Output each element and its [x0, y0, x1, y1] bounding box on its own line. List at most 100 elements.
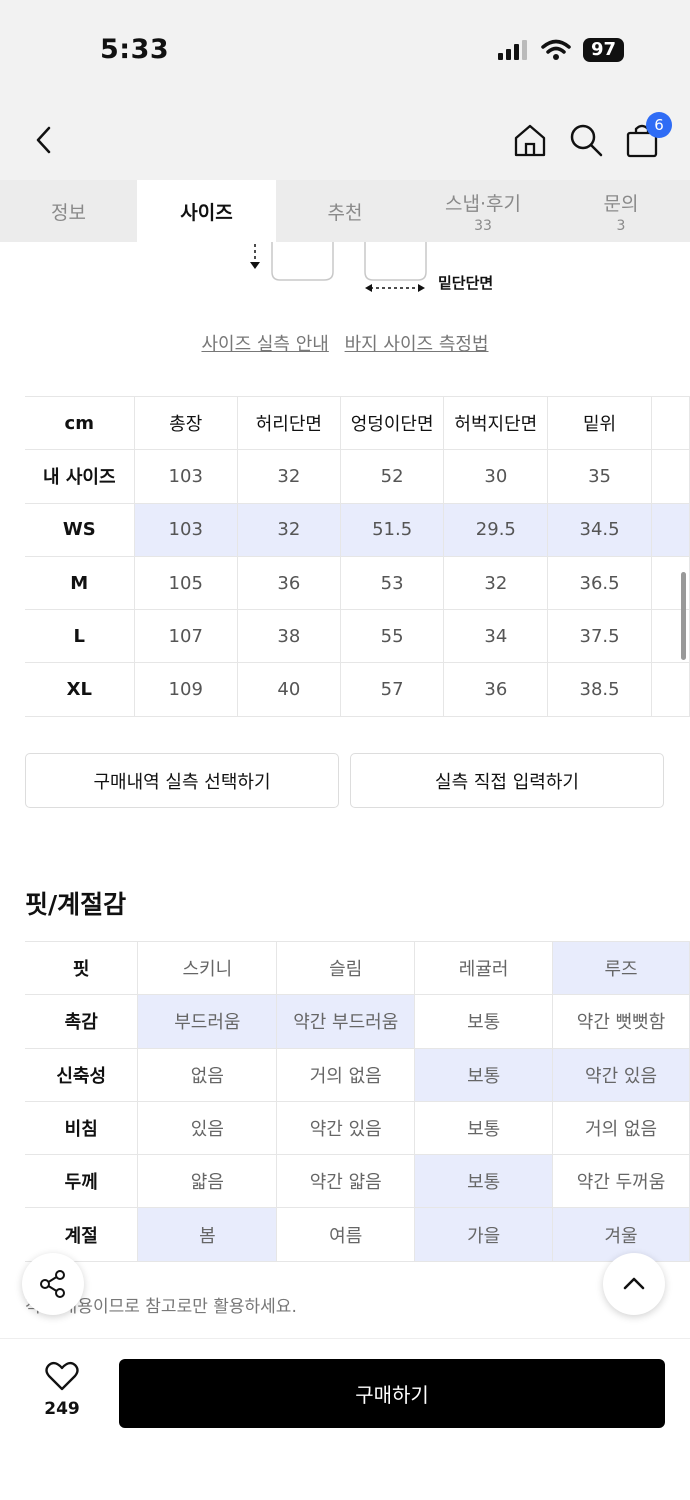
share-button[interactable]	[22, 1253, 84, 1315]
measurement-diagram: 밑단단면	[0, 242, 690, 302]
bottom-purchase-bar: 249 구매하기	[0, 1338, 690, 1500]
fit-option: 거의 없음	[276, 1047, 416, 1102]
fit-option: 약간 있음	[276, 1100, 416, 1156]
manual-measurement-input-button[interactable]: 실측 직접 입력하기	[350, 753, 664, 808]
scroll-to-top-button[interactable]	[603, 1253, 665, 1315]
chevron-up-icon	[623, 1277, 645, 1290]
status-bar: 5:33 97	[0, 0, 690, 100]
size-value-overflow	[650, 449, 690, 504]
select-purchase-measurement-button[interactable]: 구매내역 실측 선택하기	[25, 753, 339, 808]
header-cell: 허벅지단면	[443, 395, 549, 451]
tab-inquiry[interactable]: 문의 3	[552, 180, 690, 242]
fit-season-table: 핏 스키니 슬림 레귤러 루즈 촉감 부드러움 약간 부드러움 보통 약간 뻣뻣함 신축성 없음 거의 …	[25, 940, 690, 1262]
home-button[interactable]	[508, 118, 552, 162]
header-cell: cm	[25, 395, 135, 451]
fit-option: 스키니	[137, 940, 278, 996]
status-icons: 97	[497, 38, 624, 62]
fit-row-label: 두께	[25, 1154, 139, 1209]
fit-section-title: 핏/계절감	[25, 890, 127, 919]
size-value: 37.5	[547, 609, 652, 664]
fit-row: 신축성 없음 거의 없음 보통 약간 있음	[25, 1047, 690, 1102]
table-scrollbar[interactable]	[681, 572, 686, 660]
size-value: 36	[236, 555, 341, 611]
cart-count-badge: 6	[646, 112, 672, 138]
fit-option: 있음	[137, 1100, 278, 1156]
fit-option: 약간 부드러움	[276, 994, 416, 1049]
search-button[interactable]	[564, 118, 608, 162]
size-measure-guide-link[interactable]: 사이즈 실측 안내	[201, 334, 328, 355]
size-value: 35	[547, 449, 652, 504]
fit-row: 계절 봄 여름 가을 겨울	[25, 1207, 690, 1262]
tab-size[interactable]: 사이즈	[137, 180, 276, 242]
tab-bar: 정보 사이즈 추천 스냅·후기 33 문의 3	[0, 180, 690, 242]
size-table: cm 총장 허리단면 엉덩이단면 허벅지단면 밑위 내 사이즈 103 32 5…	[25, 395, 690, 717]
tab-snap-review[interactable]: 스냅·후기 33	[414, 180, 552, 242]
fit-option: 레귤러	[414, 940, 554, 996]
size-value: 38	[236, 609, 341, 664]
fit-option: 봄	[137, 1207, 278, 1262]
size-row-ws[interactable]: WS 103 32 51.5 29.5 34.5	[25, 502, 690, 557]
size-guide-links: 사이즈 실측 안내 바지 사이즈 측정법	[0, 330, 690, 356]
back-arrow-icon	[36, 126, 51, 154]
back-button[interactable]	[22, 118, 66, 162]
header-cell: 총장	[133, 395, 238, 451]
fit-option: 얇음	[137, 1154, 278, 1209]
fit-row: 촉감 부드러움 약간 부드러움 보통 약간 뻣뻣함	[25, 994, 690, 1049]
search-icon	[570, 124, 603, 157]
fit-option: 보통	[414, 1047, 554, 1102]
size-value: 40	[236, 662, 341, 717]
pants-measure-method-link[interactable]: 바지 사이즈 측정법	[345, 334, 489, 355]
fit-row: 비침 있음 약간 있음 보통 거의 없음	[25, 1100, 690, 1156]
share-icon	[40, 1270, 65, 1298]
buy-button[interactable]: 구매하기	[119, 1359, 665, 1428]
like-count: 249	[44, 1399, 80, 1419]
like-button[interactable]: 249	[30, 1361, 94, 1419]
size-row-l[interactable]: L 107 38 55 34 37.5	[25, 609, 690, 664]
size-label: L	[25, 609, 135, 664]
tab-info[interactable]: 정보	[0, 180, 137, 242]
wifi-icon	[541, 39, 571, 60]
fit-option: 약간 있음	[552, 1047, 690, 1102]
tab-recommend[interactable]: 추천	[276, 180, 414, 242]
diagram-label: 밑단단면	[438, 274, 494, 292]
header-cell-overflow	[650, 395, 690, 451]
header-cell: 밑위	[547, 395, 652, 451]
size-value: 51.5	[339, 502, 445, 557]
cart-button[interactable]: 6	[620, 112, 672, 162]
size-value-overflow	[650, 502, 690, 557]
size-value: 53	[339, 555, 445, 611]
size-value: 29.5	[443, 502, 549, 557]
fit-row: 두께 얇음 약간 얇음 보통 약간 두꺼움	[25, 1154, 690, 1209]
size-label: M	[25, 555, 135, 611]
size-value: 107	[133, 609, 238, 664]
size-value: 103	[133, 449, 238, 504]
battery-indicator: 97	[582, 38, 624, 62]
app-header: 6	[0, 100, 690, 180]
home-icon	[514, 124, 546, 157]
tab-label: 스냅·후기	[445, 192, 521, 215]
signal-icon	[497, 40, 527, 60]
fit-row-label: 비침	[25, 1100, 139, 1156]
fit-option: 루즈	[552, 940, 690, 996]
size-value: 57	[339, 662, 445, 717]
tab-label: 정보	[51, 201, 86, 224]
fit-row-label: 핏	[25, 940, 139, 996]
size-value: 52	[339, 449, 445, 504]
tab-count: 33	[474, 217, 492, 234]
fit-option: 가을	[414, 1207, 554, 1262]
status-time: 5:33	[100, 34, 170, 65]
fit-option: 여름	[276, 1207, 416, 1262]
size-value: 55	[339, 609, 445, 664]
size-value: 36	[443, 662, 549, 717]
fit-option: 약간 뻣뻣함	[552, 994, 690, 1049]
fit-option: 약간 얇음	[276, 1154, 416, 1209]
fit-row-label: 촉감	[25, 994, 139, 1049]
size-value-overflow	[650, 662, 690, 717]
size-value: 34	[443, 609, 549, 664]
fit-option: 보통	[414, 1100, 554, 1156]
header-cell: 허리단면	[236, 395, 341, 451]
size-row-m[interactable]: M 105 36 53 32 36.5	[25, 555, 690, 611]
heart-icon	[45, 1361, 79, 1391]
size-value: 32	[443, 555, 549, 611]
size-row-xl[interactable]: XL 109 40 57 36 38.5	[25, 662, 690, 717]
